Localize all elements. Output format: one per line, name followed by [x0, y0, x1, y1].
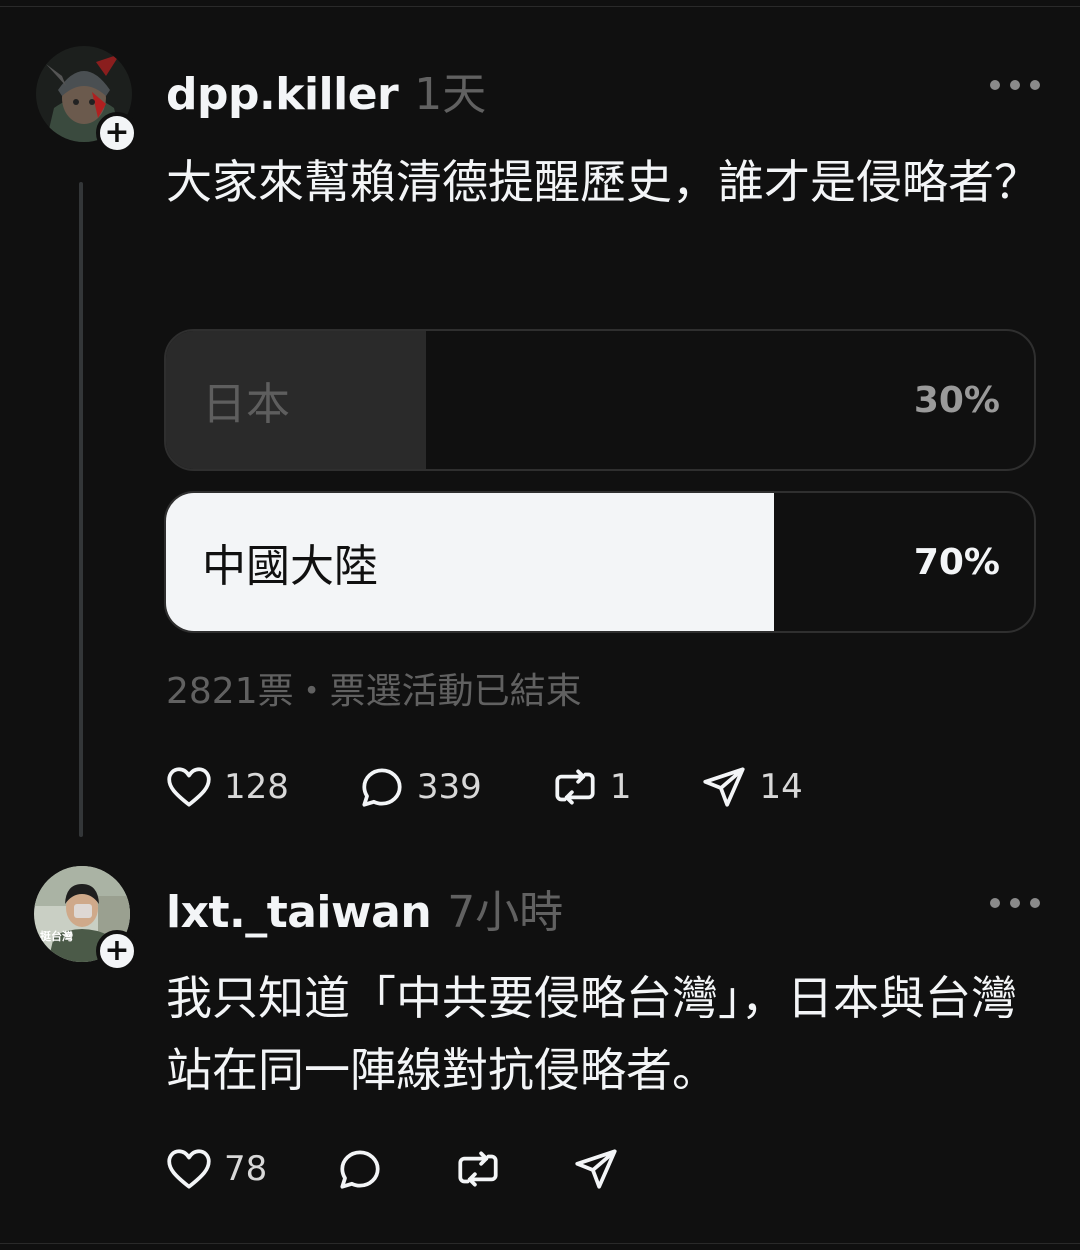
like-button[interactable]: 78 — [164, 1144, 267, 1194]
poll-option-percent: 70% — [913, 541, 1000, 583]
comment-icon — [340, 1150, 380, 1189]
comment-count: 339 — [416, 767, 482, 807]
repost-icon — [555, 769, 595, 805]
timestamp: 7小時 — [447, 887, 564, 938]
share-icon — [703, 767, 746, 807]
poll-meta: 2821票・票選活動已結束 — [166, 671, 582, 712]
poll-option-japan[interactable]: 日本 30% — [164, 329, 1036, 471]
share-icon — [575, 1149, 617, 1189]
poll-option-china[interactable]: 中國大陸 70% — [164, 491, 1036, 633]
comment-button[interactable] — [335, 1144, 385, 1194]
comment-button[interactable]: 339 — [357, 762, 482, 812]
comment-icon — [362, 768, 402, 807]
timestamp: 1天 — [414, 69, 487, 120]
follow-button[interactable]: + — [96, 112, 138, 154]
poll-option-label: 日本 — [202, 379, 290, 430]
more-icon[interactable] — [990, 896, 1040, 910]
svg-text:挺台灣: 挺台灣 — [40, 929, 73, 943]
username[interactable]: dpp.killer — [166, 69, 399, 120]
bottom-divider — [0, 1243, 1080, 1244]
follow-button[interactable]: + — [96, 930, 138, 972]
share-button[interactable]: 14 — [699, 762, 803, 812]
action-bar: 128 339 1 14 — [164, 762, 803, 812]
post-text: 我只知道「中共要侵略台灣」，日本與台灣站在同一陣線對抗侵略者。 — [166, 971, 1017, 1097]
post-header: lxt._taiwan 7小時 — [166, 876, 563, 940]
top-divider — [0, 6, 1080, 7]
poll-option-percent: 30% — [913, 379, 1000, 421]
post-text: 大家來幫賴清德提醒歷史，誰才是侵略者？ — [166, 155, 1040, 209]
username[interactable]: lxt._taiwan — [166, 887, 432, 938]
more-icon[interactable] — [990, 78, 1040, 92]
repost-button[interactable]: 1 — [550, 762, 632, 812]
thread-line — [79, 182, 83, 837]
heart-icon — [167, 1149, 211, 1189]
like-count: 78 — [224, 1149, 268, 1189]
share-button[interactable] — [571, 1144, 621, 1194]
like-button[interactable]: 128 — [164, 762, 289, 812]
post-header: dpp.killer 1天 — [166, 58, 486, 122]
repost-button[interactable] — [453, 1144, 503, 1194]
action-bar: 78 — [164, 1144, 621, 1194]
heart-icon — [167, 767, 211, 807]
repost-count: 1 — [609, 767, 632, 807]
poll-option-label: 中國大陸 — [202, 541, 378, 592]
like-count: 128 — [224, 767, 289, 807]
repost-icon — [458, 1151, 498, 1187]
share-count: 14 — [759, 767, 803, 807]
